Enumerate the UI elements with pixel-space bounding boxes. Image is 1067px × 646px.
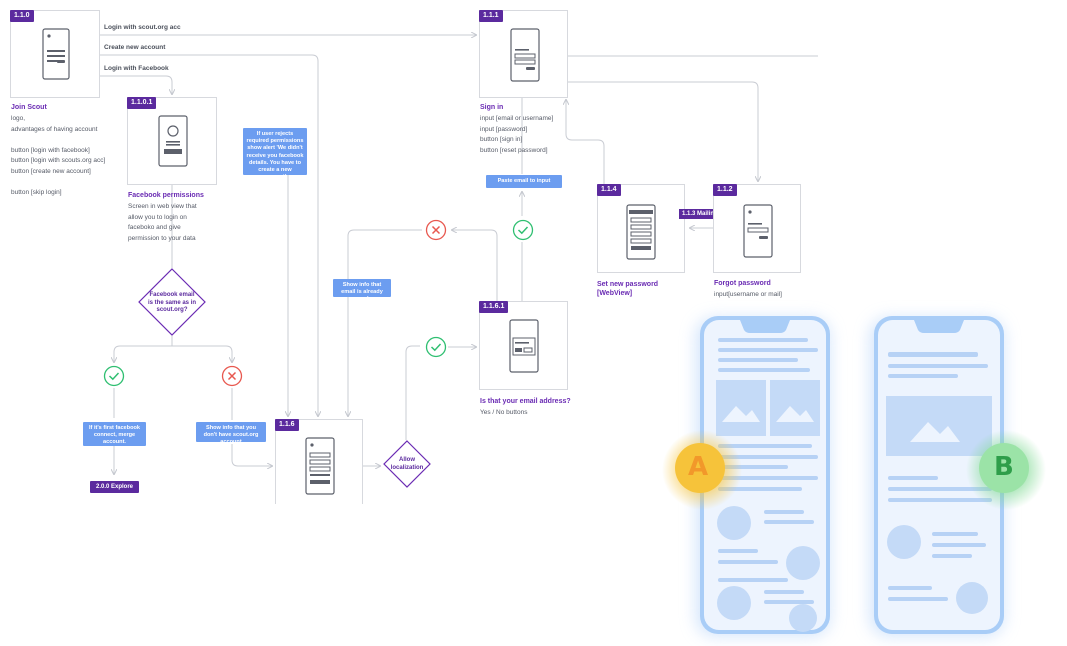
badge-a-label: A [688, 452, 709, 482]
decision-line: Facebook email [149, 292, 195, 298]
screen-join-scout [10, 10, 100, 98]
edge-label-login-scout: Login with scout.org acc [104, 24, 181, 31]
yes-check-icon [103, 365, 125, 387]
desc-line: faceboko and give [128, 224, 181, 231]
phone-wireframe-icon [510, 28, 540, 82]
phone-wireframe-icon [42, 28, 70, 80]
note-paste-email: Paste email to input [486, 175, 562, 188]
screen-sign-in [479, 10, 568, 98]
note-no-account: Show info that you don't have scout.org … [196, 422, 266, 445]
screen-email-confirm [479, 301, 568, 390]
node-title-fb: Facebook permissions [128, 192, 204, 199]
yes-check-icon [425, 336, 447, 358]
node-tag-forgot: 1.1.2 [713, 184, 737, 196]
node-tag-setpw: 1.1.4 [597, 184, 621, 196]
decision-line: is the same as in [147, 299, 197, 306]
node-title-email: Is that your email address? [480, 398, 571, 405]
node-desc-signin: input [email or username] input [passwor… [480, 114, 590, 156]
phone-wireframe-icon [305, 437, 335, 495]
desc-line: button [create new account] [11, 167, 91, 175]
flow-diagram: Login with scout.org acc Create new acco… [0, 0, 1067, 646]
decision-line: localization [390, 464, 424, 471]
desc-line: button [login with facebook] [11, 146, 90, 154]
screen-forgot-password [713, 184, 801, 273]
node-desc-forgot: input[username or mail] [714, 291, 782, 298]
edge-label-login-fb: Login with Facebook [104, 65, 169, 72]
node-tag-email: 1.1.6.1 [479, 301, 509, 313]
node-title-join: Join Scout [11, 104, 47, 111]
decision-text-fb-email: Facebook email is the same as in scout.o… [144, 292, 200, 315]
title-line: Set new password [597, 281, 659, 288]
node-tag-signin: 1.1.1 [479, 10, 503, 22]
no-cross-icon [221, 365, 243, 387]
desc-line: advantages of having account [11, 125, 98, 133]
desc-line: Screen in web view that [128, 203, 197, 210]
desc-line: input [email or username] [480, 115, 554, 122]
note-reject-permissions: If user rejects required permissions sho… [243, 128, 307, 180]
node-tag-join: 1.1.0 [10, 10, 34, 22]
node-desc-email: Yes / No buttons [480, 409, 528, 416]
decision-text-localization: Allow localization [387, 457, 427, 472]
node-desc-fb: Screen in web view that allow you to log… [128, 202, 228, 244]
edge-label-create-new: Create new account [104, 44, 166, 51]
decision-line: scout.org? [156, 307, 188, 313]
node-title-forgot: Forgot password [714, 280, 771, 287]
desc-line: button [sign in] [480, 136, 523, 143]
no-cross-icon [425, 219, 447, 241]
node-tag-create: 1.1.6 [275, 419, 299, 431]
screen-set-new-password [597, 184, 685, 273]
yes-check-icon [512, 219, 534, 241]
node-desc-join: logo, advantages of having account butto… [11, 114, 121, 198]
note-first-facebook: If it's first facebook connect, merge ac… [83, 422, 146, 446]
note-email-already-used: Show info that email is already used [333, 279, 391, 302]
phone-wireframe-icon [158, 115, 188, 167]
desc-line: input [password] [480, 125, 528, 133]
desc-line: logo, [11, 115, 26, 122]
desc-line: button [login with scouts.org acc] [11, 157, 106, 164]
desc-line: button [reset password] [480, 146, 548, 154]
explore-button[interactable]: 2.0.0 Explore [90, 481, 140, 493]
badge-b-label: B [994, 452, 1014, 482]
desc-line: permission to your data [128, 234, 196, 242]
phone-wireframe-icon [626, 204, 656, 260]
phone-wireframe-icon [509, 319, 539, 373]
node-title-signin: Sign in [480, 104, 504, 111]
node-title-setpw: Set new password [WebView] [597, 280, 658, 298]
desc-line: allow you to login on [128, 213, 187, 221]
node-tag-fb: 1.1.0.1 [127, 97, 157, 109]
screen-create-account [275, 419, 363, 504]
screen-facebook-permissions [127, 97, 217, 185]
desc-line: button [skip login] [11, 188, 62, 196]
title-line: [WebView] [597, 290, 633, 297]
phone-wireframe-icon [743, 204, 773, 258]
decision-line: Allow [399, 457, 415, 463]
